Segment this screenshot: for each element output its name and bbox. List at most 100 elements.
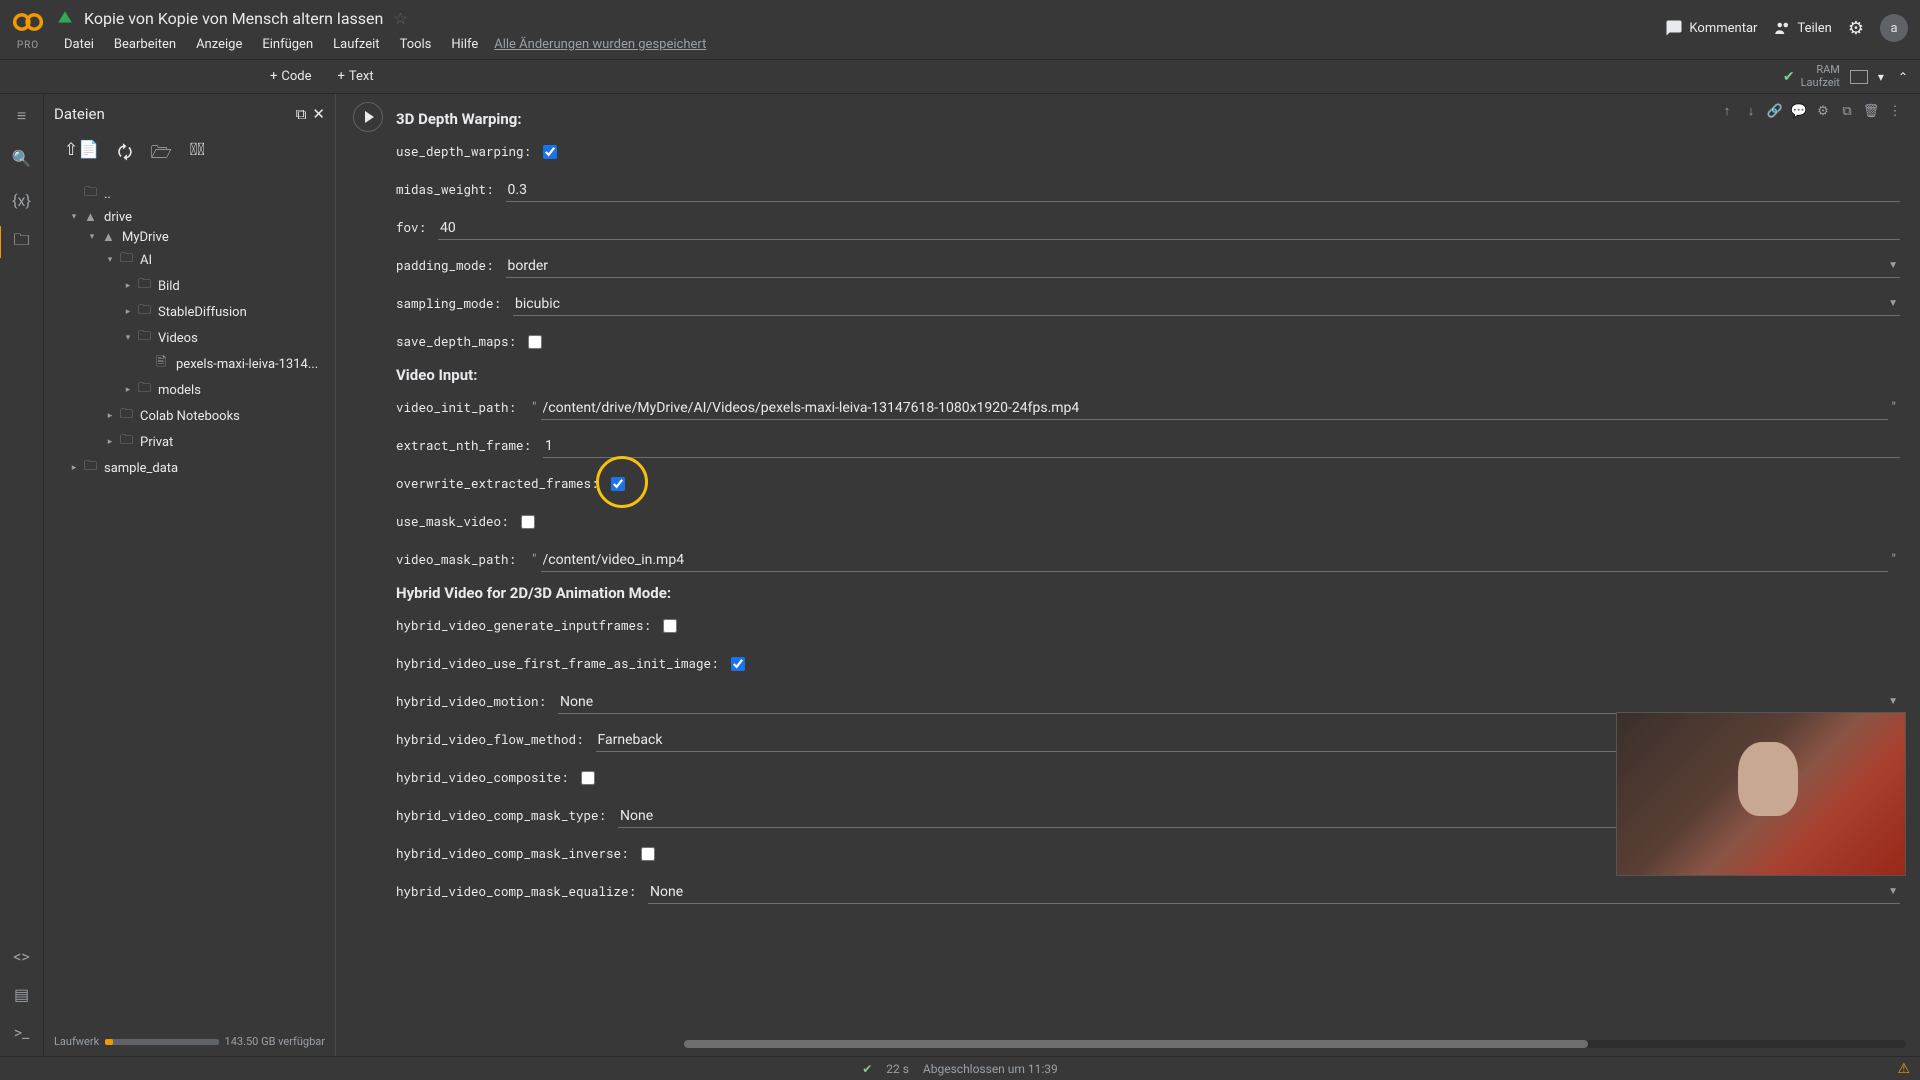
runtime-dropdown-icon[interactable]: ▾ [1874,66,1888,88]
webcam-overlay [1616,712,1906,876]
refresh-icon[interactable]: 🗘 [117,140,132,169]
extract-nth-frame-input[interactable] [543,435,1900,458]
panel-title: Dateien [54,105,105,123]
use-depth-warping-label: use_depth_warping: [396,144,531,160]
fov-input[interactable] [438,217,1900,240]
hv-generate-label: hybrid_video_generate_inputframes: [396,618,651,634]
menu-help[interactable]: Hilfe [443,34,486,55]
tree-sd[interactable]: ▸🗀StableDiffusion [50,299,329,325]
use-depth-warping-checkbox[interactable] [543,145,557,159]
hv-motion-label: hybrid_video_motion: [396,694,546,710]
resource-indicator[interactable]: RAM Laufzeit [1801,64,1840,88]
variables-icon[interactable]: {x} [10,188,34,212]
hv-flow-label: hybrid_video_flow_method: [396,732,584,748]
link-icon[interactable]: 🔗 [1764,100,1786,122]
add-code-button[interactable]: + Code [262,65,320,88]
move-down-icon[interactable]: ↓ [1740,100,1762,122]
file-panel: Dateien ⧉ ✕ ⇧📄 🗘 🗁 👁̶ 🗀.. ▾▲drive ▾▲MyDr… [44,94,336,1056]
close-panel-icon[interactable]: ✕ [312,105,325,123]
use-mask-video-checkbox[interactable] [521,515,535,529]
overwrite-frames-label: overwrite_extracted_frames: [396,476,599,492]
padding-mode-label: padding_mode: [396,258,494,274]
menu-tools[interactable]: Tools [392,34,440,55]
status-done: Abgeschlossen um 11:39 [923,1062,1058,1076]
upload-icon[interactable]: ⇧📄 [64,140,99,169]
section-video-header: Video Input: [396,366,1900,384]
menu-file[interactable]: Datei [56,34,102,55]
hv-mask-equalize-label: hybrid_video_comp_mask_equalize: [396,884,636,900]
colab-logo[interactable]: PRO [12,6,44,51]
star-icon[interactable]: ☆ [393,9,407,28]
search-icon[interactable]: 🔍 [10,146,34,170]
hv-mask-equalize-select[interactable]: None▼ [648,881,1900,904]
files-icon[interactable]: 🗀 [10,230,34,254]
hv-composite-checkbox[interactable] [581,771,595,785]
midas-weight-label: midas_weight: [396,182,494,198]
use-mask-video-label: use_mask_video: [396,514,509,530]
hv-generate-checkbox[interactable] [663,619,677,633]
tree-sample[interactable]: ▸🗀sample_data [50,455,329,481]
midas-weight-input[interactable] [506,179,1900,202]
document-title[interactable]: Kopie von Kopie von Mensch altern lassen [84,9,383,28]
menu-view[interactable]: Anzeige [188,34,250,55]
hv-mask-inverse-checkbox[interactable] [641,847,655,861]
tree-models[interactable]: ▸🗀models [50,377,329,403]
tree-videos[interactable]: ▾🗀Videos [50,325,329,351]
move-up-icon[interactable]: ↑ [1716,100,1738,122]
hv-mask-type-label: hybrid_video_comp_mask_type: [396,808,606,824]
terminal-icon[interactable]: >_ [10,1020,34,1044]
save-depth-maps-checkbox[interactable] [528,335,542,349]
cell-settings-icon[interactable]: ⚙ [1812,100,1834,122]
mirror-cell-icon[interactable]: ⧉ [1836,100,1858,122]
add-text-button[interactable]: + Text [330,65,382,88]
chevron-down-icon: ▼ [1888,696,1898,707]
comment-button[interactable]: Kommentar [1665,19,1757,37]
chevron-down-icon: ▼ [1888,886,1898,897]
tree-privat[interactable]: ▸🗀Privat [50,429,329,455]
delete-cell-icon[interactable]: 🗑 [1860,100,1882,122]
hv-motion-select[interactable]: None▼ [558,691,1900,714]
menu-edit[interactable]: Bearbeiten [106,34,184,55]
video-mask-path-input[interactable] [541,549,1888,572]
section-3d-header: 3D Depth Warping: [396,110,1900,128]
menu-insert[interactable]: Einfügen [254,34,321,55]
hv-mask-inverse-label: hybrid_video_comp_mask_inverse: [396,846,629,862]
command-palette-icon[interactable]: ▤ [10,982,34,1006]
status-warning-icon[interactable]: ⚠ [1897,1061,1910,1077]
settings-icon[interactable]: ⚙ [1848,18,1864,39]
collapse-up-icon[interactable]: ⌃ [1894,66,1912,88]
overwrite-frames-checkbox[interactable] [611,477,625,491]
new-window-icon[interactable]: ⧉ [296,105,307,123]
padding-mode-select[interactable]: border▼ [506,255,1900,278]
comment-cell-icon[interactable]: 💬 [1788,100,1810,122]
code-snippets-icon[interactable]: <> [10,944,34,968]
tree-drive[interactable]: ▾▲drive [50,207,329,227]
run-cell-button[interactable] [353,102,383,132]
tree-mydrive[interactable]: ▾▲MyDrive [50,227,329,247]
horizontal-scrollbar[interactable] [684,1040,1906,1048]
toc-icon[interactable]: ≡ [10,104,34,128]
mount-drive-icon[interactable]: 🗁 [151,140,172,169]
hv-first-frame-label: hybrid_video_use_first_frame_as_init_ima… [396,656,719,672]
user-avatar[interactable]: a [1880,14,1908,42]
tree-video-file[interactable]: 🖹pexels-maxi-leiva-1314... [50,351,329,377]
storage-track [105,1039,218,1045]
toggle-hidden-icon[interactable]: 👁̶ [190,140,205,169]
tree-ai[interactable]: ▾🗀AI [50,247,329,273]
hv-composite-label: hybrid_video_composite: [396,770,569,786]
video-init-path-input[interactable] [541,397,1888,420]
hv-first-frame-checkbox[interactable] [731,657,745,671]
tree-up[interactable]: 🗀.. [50,181,329,207]
chevron-down-icon: ▼ [1888,260,1898,271]
status-bar: ✔ 22 s Abgeschlossen um 11:39 ⚠ [0,1056,1920,1080]
menu-bar: Datei Bearbeiten Anzeige Einfügen Laufze… [56,34,1665,55]
notebook-area[interactable]: ↑ ↓ 🔗 💬 ⚙ ⧉ 🗑 ⋮ 3D Depth Warping: use_de… [336,94,1920,1056]
share-button[interactable]: Teilen [1773,19,1831,37]
more-cell-icon[interactable]: ⋮ [1884,100,1906,122]
storage-indicator: Laufwerk 143.50 GB verfügbar [44,1027,335,1056]
tree-colab[interactable]: ▸🗀Colab Notebooks [50,403,329,429]
sampling-mode-select[interactable]: bicubic▼ [513,293,1900,316]
menu-runtime[interactable]: Laufzeit [325,34,387,55]
save-status[interactable]: Alle Änderungen wurden gespeichert [494,37,706,52]
tree-bild[interactable]: ▸🗀Bild [50,273,329,299]
